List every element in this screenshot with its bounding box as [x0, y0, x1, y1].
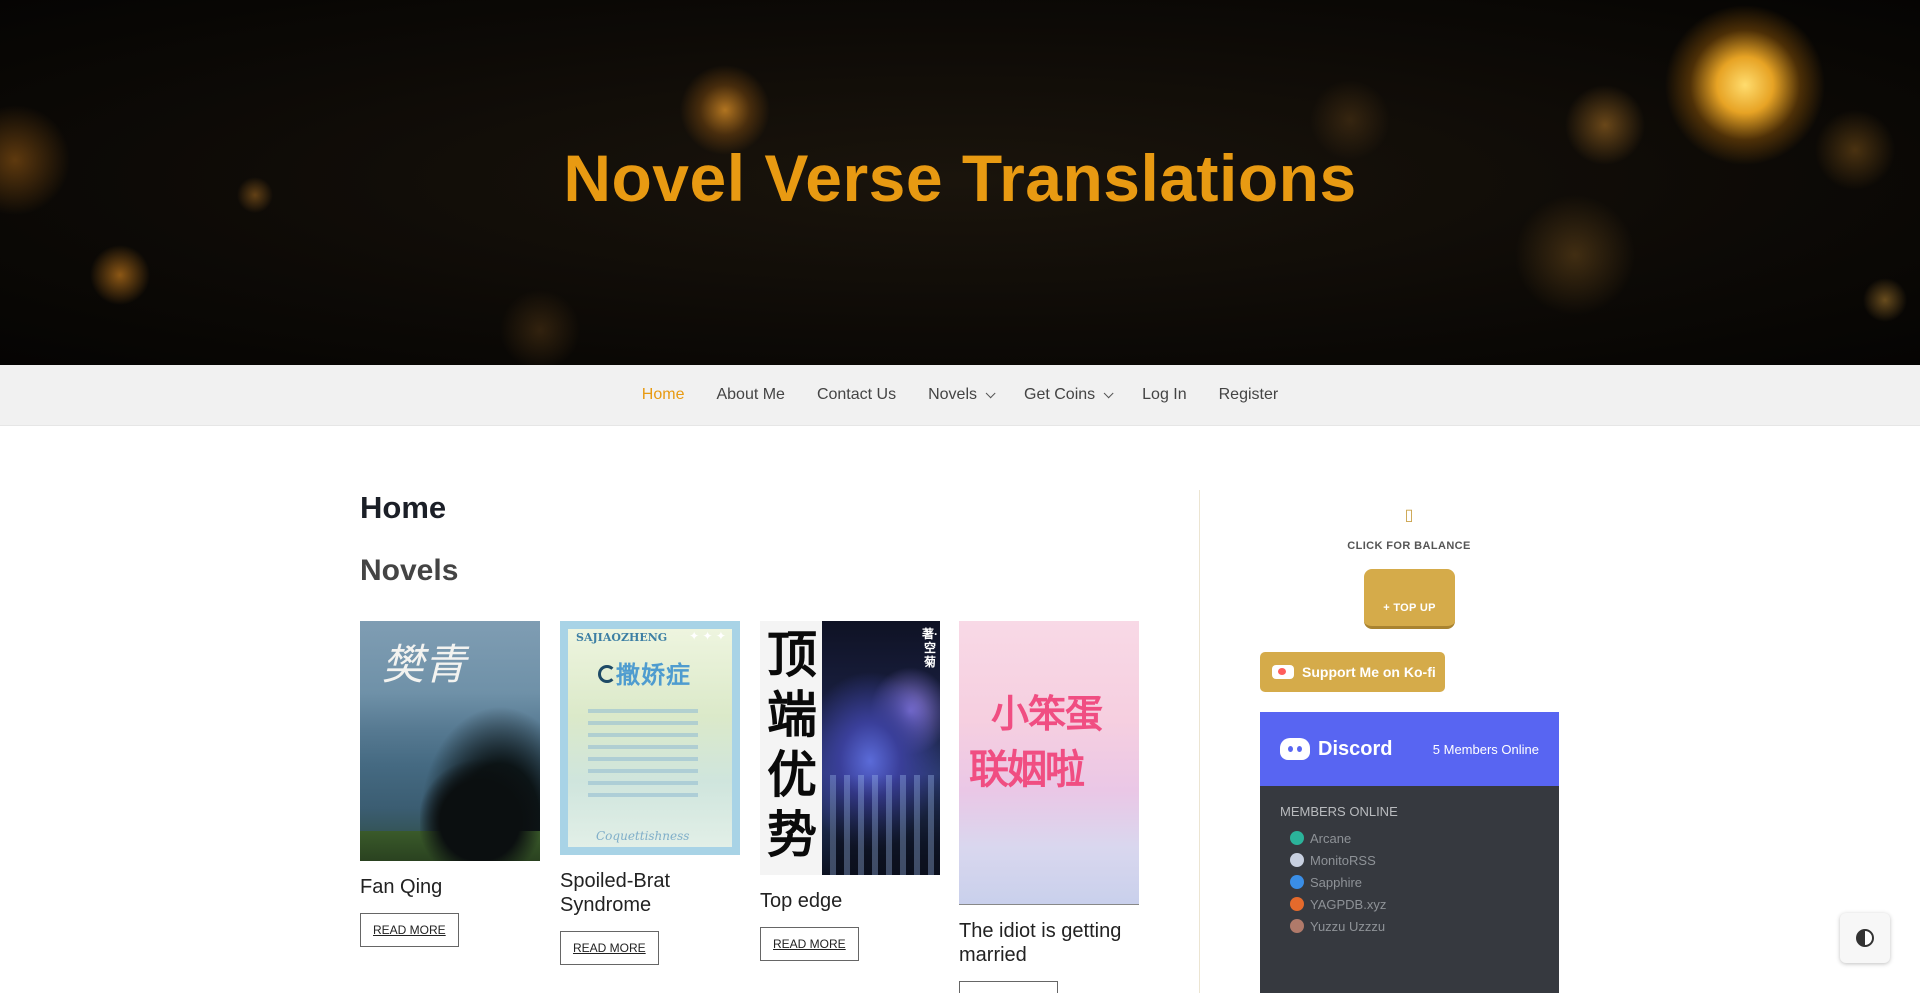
member-name: Yuzzu Uzzzu [1310, 918, 1386, 934]
discord-header[interactable]: Discord 5 Members Online [1260, 712, 1559, 786]
moon-icon [598, 665, 616, 683]
novel-card: 顶端优势 著·空菊 Top edge READ MORE [760, 621, 940, 961]
discord-brand: Discord [1280, 738, 1392, 761]
nav-get-coins[interactable]: Get Coins [1024, 386, 1114, 404]
avatar [1290, 919, 1304, 933]
avatar [1290, 853, 1304, 867]
novel-card: 小笨蛋 联姻啦 The idiot is getting married REA… [959, 621, 1139, 993]
nav-contact-us-label: Contact Us [816, 386, 897, 403]
nav-contact-us[interactable]: Contact Us [817, 386, 896, 404]
read-more-button[interactable]: READ MORE [560, 931, 659, 965]
nav-log-in-label: Log In [1142, 386, 1187, 403]
discord-member[interactable]: Sapphire [1280, 871, 1539, 893]
novel-cover-image[interactable]: SAJIAOZHENG ✦ ✦ ✦ 撒娇症 Coquettishness [560, 621, 740, 855]
nav-home-label: Home [641, 386, 685, 403]
nav-register[interactable]: Register [1219, 386, 1279, 404]
cover-tree [420, 751, 540, 861]
novel-cover-image[interactable]: 樊青 [360, 621, 540, 861]
discord-member[interactable]: MonitoRSS [1280, 849, 1539, 871]
chevron-down-icon [1103, 387, 1114, 398]
nav-novels[interactable]: Novels [928, 386, 996, 404]
cover-title-text: 樊青 [382, 640, 467, 689]
novel-title[interactable]: Spoiled-Brat Syndrome [560, 869, 740, 917]
avatar [1290, 875, 1304, 889]
member-name: Sapphire [1310, 874, 1363, 890]
wallet-icon[interactable]: ▯ [1404, 505, 1414, 524]
novel-card: SAJIAOZHENG ✦ ✦ ✦ 撒娇症 Coquettishness Spo… [560, 621, 740, 965]
main-nav: Home About Me Contact Us Novels Get Coin… [0, 365, 1920, 426]
read-more-button[interactable]: READ MORE [360, 913, 459, 947]
chevron-down-icon [985, 387, 996, 398]
novel-card: 樊青 Fan Qing READ MORE [360, 621, 540, 947]
discord-body: MEMBERS ONLINE Arcane MonitoRSS Sapphire… [1260, 786, 1559, 955]
sidebar-divider [1199, 490, 1200, 993]
cover-title-text: 顶端优势 [767, 626, 817, 864]
novel-title[interactable]: Top edge [760, 889, 940, 913]
discord-member[interactable]: Yuzzu Uzzzu [1280, 915, 1539, 937]
discord-online-count: 5 Members Online [1432, 741, 1539, 757]
discord-widget: Discord 5 Members Online MEMBERS ONLINE … [1260, 712, 1559, 993]
avatar [1290, 831, 1304, 845]
novel-title[interactable]: Fan Qing [360, 875, 540, 899]
read-more-button[interactable]: READ MORE [760, 927, 859, 961]
discord-member[interactable]: Arcane [1280, 827, 1539, 849]
top-up-button[interactable]: + TOP UP [1364, 569, 1455, 629]
kofi-button[interactable]: Support Me on Ko-fi [1260, 652, 1445, 692]
hero-banner: Novel Verse Translations [0, 0, 1920, 365]
nav-get-coins-label: Get Coins [1024, 386, 1096, 403]
kofi-cup-icon [1272, 665, 1294, 679]
cover-title-text: 撒娇症 [616, 662, 691, 689]
contrast-icon [1856, 929, 1874, 947]
members-online-label: MEMBERS ONLINE [1280, 804, 1398, 819]
cover-city-scene [830, 775, 940, 875]
avatar [1290, 897, 1304, 911]
nav-register-label: Register [1218, 386, 1279, 403]
site-title[interactable]: Novel Verse Translations [0, 140, 1920, 216]
discord-member[interactable]: YAGPDB.xyz [1280, 893, 1539, 915]
nav-log-in[interactable]: Log In [1142, 386, 1186, 404]
nav-about-me-label: About Me [716, 386, 785, 403]
nav-home[interactable]: Home [642, 386, 685, 404]
nav-about-me[interactable]: About Me [716, 386, 784, 404]
cover-author-text: 著·空菊 [922, 627, 938, 669]
cover-title-text-line-2: 联姻啦 [969, 748, 1085, 792]
discord-logo-icon [1280, 738, 1310, 760]
member-name: YAGPDB.xyz [1310, 896, 1387, 912]
cover-notebook-lines [588, 709, 698, 799]
novel-cover-image[interactable]: 顶端优势 著·空菊 [760, 621, 940, 875]
page-title: Home [360, 490, 447, 525]
kofi-label: Support Me on Ko-fi [1302, 664, 1436, 680]
novel-title[interactable]: The idiot is getting married [959, 919, 1139, 967]
cover-signature-text: Coquettishness [596, 829, 690, 843]
member-name: MonitoRSS [1310, 852, 1376, 868]
balance-label[interactable]: CLICK FOR BALANCE [1300, 540, 1518, 552]
member-name: Arcane [1310, 830, 1352, 846]
sparkle-icon: ✦ ✦ ✦ [689, 629, 726, 643]
discord-brand-label: Discord [1318, 737, 1393, 760]
read-more-button[interactable]: READ MORE [959, 981, 1058, 993]
nav-novels-label: Novels [928, 386, 977, 403]
novel-cover-image[interactable]: 小笨蛋 联姻啦 [959, 621, 1139, 905]
cover-inner: SAJIAOZHENG ✦ ✦ ✦ 撒娇症 Coquettishness [568, 629, 732, 847]
section-title-novels: Novels [360, 554, 459, 587]
cover-brand-text: SAJIAOZHENG [576, 631, 668, 644]
theme-toggle-button[interactable] [1840, 913, 1890, 963]
cover-title-text-line-1: 小笨蛋 [991, 694, 1103, 736]
